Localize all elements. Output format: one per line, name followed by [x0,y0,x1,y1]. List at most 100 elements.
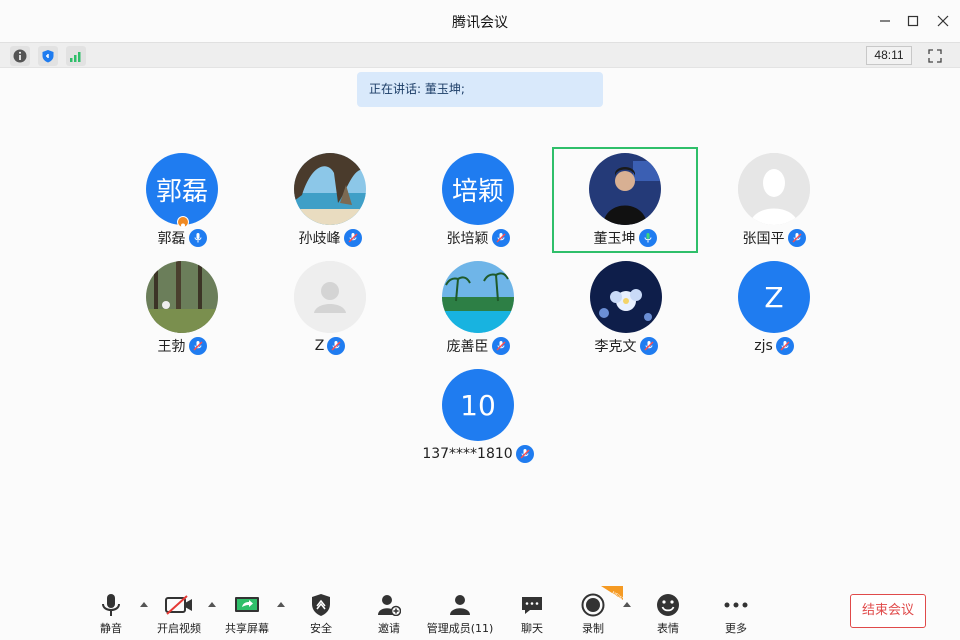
new-badge: NEW [601,586,623,600]
mute-options-chevron-icon[interactable] [139,600,149,608]
title-bar: 腾讯会议 [0,0,960,42]
mic-muted-icon [327,337,346,355]
video-options-chevron-icon[interactable] [207,600,217,608]
chat-button[interactable]: 聊天 [515,592,549,636]
participant-tile[interactable]: 孙歧峰 [257,148,403,254]
chat-icon [522,597,542,614]
mic-muted-icon [491,337,510,355]
more-icon [724,602,748,608]
microphone-icon [102,594,120,616]
avatar: 培颖 [442,153,514,225]
members-icon [450,595,470,615]
participant-name-row: 137****1810 [405,444,551,464]
participant-name: 张培颖 [446,231,489,247]
more-button[interactable]: 更多 [719,592,753,636]
speaking-indicator: 正在讲话: 董玉坤; [357,72,603,107]
info-icon [13,49,27,63]
share-options-chevron-icon[interactable] [276,600,286,608]
participant-name-row: zjs [701,336,847,356]
forest-photo-avatar [146,261,218,333]
participant-tile[interactable]: 10 137****1810 [405,364,551,470]
avatar [589,153,661,225]
participant-name: 庞善臣 [446,339,489,355]
participant-tile[interactable]: 培颖 张培颖 [405,148,551,254]
fullscreen-button[interactable] [925,46,945,66]
avatar [442,261,514,333]
participant-name: 137****1810 [422,446,513,462]
participant-tile[interactable]: 庞善臣 [405,256,551,362]
participant-name-row: 王勃 [109,336,255,356]
share-screen-button[interactable]: 共享屏幕 [222,592,272,636]
close-icon [937,15,949,27]
participant-name-row: 庞善臣 [405,336,551,356]
avatar: Z [738,261,810,333]
avatar [590,261,662,333]
flower-photo-avatar [590,261,662,333]
emoji-button[interactable]: 表情 [651,592,685,636]
default-user-avatar-icon [738,153,810,225]
meeting-timer: 48:11 [866,46,912,65]
avatar: 10 [442,369,514,441]
participant-name-row: 张培颖 [405,228,551,248]
mic-muted-icon [639,337,658,355]
beach-photo-avatar [294,153,366,225]
pool-photo-avatar [442,261,514,333]
window-title: 腾讯会议 [452,15,508,31]
avatar: 郭磊 [146,153,218,225]
participant-name-row: 郭磊 [109,228,255,248]
mic-icon [188,229,207,247]
security-button[interactable]: 安全 [304,592,338,636]
add-user-icon [378,595,401,616]
participant-name: 董玉坤 [593,231,636,247]
participant-name: 张国平 [742,231,785,247]
info-button[interactable] [10,46,30,66]
participant-name: zjs [754,338,773,354]
mute-button[interactable]: 静音 [94,592,128,636]
participant-tile-active[interactable]: 董玉坤 [552,147,698,253]
mic-muted-icon [515,445,534,463]
default-user-avatar-icon [294,261,366,333]
invite-button[interactable]: 邀请 [372,592,406,636]
shield-icon [42,50,54,63]
avatar [146,261,218,333]
participant-name-row: 李克文 [553,336,699,356]
mic-muted-icon [491,229,510,247]
close-button[interactable] [932,10,954,32]
mic-muted-icon [775,337,794,355]
mic-muted-icon [188,337,207,355]
end-meeting-button[interactable]: 结束会议 [850,594,926,628]
participant-tile[interactable]: 李克文 [553,256,699,362]
control-bar: 静音 开启视频 共享屏幕 安全 邀请 管理成员(11) 聊天 录制 NEW 表情… [0,586,960,640]
record-options-chevron-icon[interactable] [622,600,632,608]
participant-name: 王勃 [157,339,186,355]
participant-name-row: 张国平 [701,228,847,248]
maximize-icon [907,15,919,27]
participant-tile[interactable]: Z zjs [701,256,847,362]
avatar [294,261,366,333]
network-signal-button[interactable] [66,46,86,66]
avatar [294,153,366,225]
smile-icon [657,594,679,616]
shield-icon [312,594,330,616]
signal-icon [70,52,81,62]
participant-tile[interactable]: 郭磊 郭磊 [109,148,255,254]
participant-name-row: 董玉坤 [554,228,696,248]
manage-members-button[interactable]: 管理成员(11) [424,592,496,636]
participant-name-row: 孙歧峰 [257,228,403,248]
minimize-button[interactable] [874,10,896,32]
participant-name-row: Z [257,336,403,356]
participant-tile[interactable]: 张国平 [701,148,847,254]
maximize-button[interactable] [902,10,924,32]
participant-tile[interactable]: Z [257,256,403,362]
person-photo-avatar [589,153,661,225]
participant-tile[interactable]: 王勃 [109,256,255,362]
participant-name: Z [314,338,325,354]
mic-muted-icon [787,229,806,247]
security-shield-button[interactable] [38,46,58,66]
host-badge-icon [177,216,189,231]
share-screen-icon [235,597,259,612]
video-off-icon [165,595,192,615]
mic-active-icon [638,229,657,247]
participant-name: 孙歧峰 [298,231,341,247]
start-video-button[interactable]: 开启视频 [152,592,206,636]
